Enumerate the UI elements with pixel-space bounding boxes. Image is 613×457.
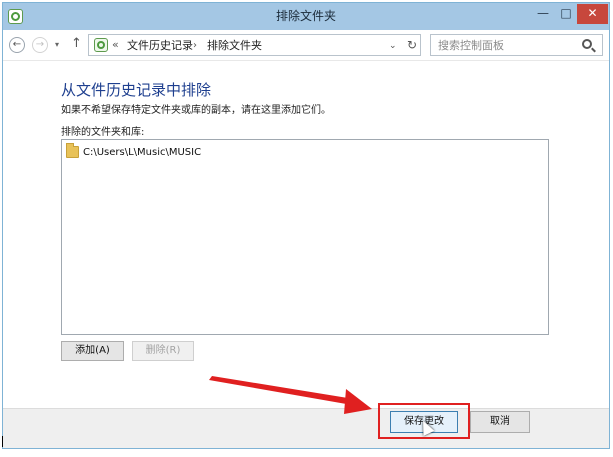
annotation-arrow-shaft: [209, 376, 354, 405]
text-caret: [2, 436, 3, 447]
annotation-arrow-head: [344, 389, 372, 414]
cancel-button[interactable]: 取消: [470, 411, 530, 433]
annotation-arrow: [209, 376, 372, 414]
